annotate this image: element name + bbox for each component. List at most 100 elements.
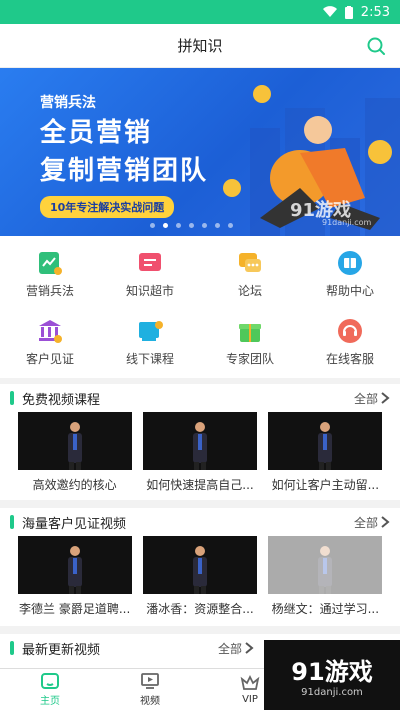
- section-title: 最新更新视频: [22, 642, 101, 658]
- banner-subheadline: 复制营销团队: [40, 156, 209, 186]
- see-all-label: 全部: [217, 641, 242, 656]
- section-title: 免费视频课程: [22, 392, 101, 408]
- watermark-brand: 91游戏: [291, 658, 373, 686]
- video-card[interactable]: 杨继文：通过学习...: [268, 536, 383, 617]
- banner-slogan: 10年专注解决实战问题: [40, 196, 175, 218]
- carousel-dot[interactable]: [150, 223, 155, 228]
- gift-icon: [239, 323, 261, 342]
- section-accent-bar: [10, 391, 14, 405]
- section-header: 免费视频课程 全部: [0, 384, 400, 412]
- grid-item-marketing[interactable]: 营销兵法: [0, 240, 100, 308]
- home-icon: [41, 673, 59, 689]
- video-card-row: 高效邀约的核心 如何快速提高自己... 如何让客户主动留...: [0, 412, 400, 493]
- grid-item-help-center[interactable]: 帮助中心: [300, 240, 400, 308]
- nav-label: 主页: [40, 696, 60, 707]
- section-header: 海量客户见证视频 全部: [0, 508, 400, 536]
- banner-headline: 全员营销: [40, 118, 153, 148]
- see-all-label: 全部: [353, 391, 378, 406]
- grid-label: 客户见证: [25, 351, 74, 366]
- video-card[interactable]: 潘冰香：资源整合...: [142, 536, 257, 617]
- grid-item-knowledge-store[interactable]: 知识超市: [100, 240, 200, 308]
- carousel-dot[interactable]: [228, 223, 233, 228]
- see-all-link[interactable]: 全部: [218, 640, 254, 657]
- section-accent-bar: [10, 515, 14, 529]
- search-icon[interactable]: [364, 34, 388, 58]
- vip-icon: [240, 674, 260, 690]
- forum-icon: [239, 252, 261, 272]
- video-icon: [141, 673, 159, 689]
- grid-item-expert-team[interactable]: 专家团队: [200, 308, 300, 376]
- service-icon: [338, 318, 362, 343]
- video-title: 杨继文：通过学习...: [271, 602, 380, 616]
- video-thumbnail[interactable]: [17, 412, 132, 470]
- presenter-image: [318, 546, 333, 594]
- watermark-site: 91danji.com: [301, 687, 363, 698]
- video-card[interactable]: 李德兰 豪爵足道聘...: [17, 536, 132, 617]
- grid-label: 在线客服: [325, 351, 374, 366]
- video-title: 如何快速提高自己...: [146, 478, 254, 492]
- promo-banner[interactable]: 营销兵法 全员营销 复制营销团队 10年专注解决实战问题 91游戏 91danj…: [0, 68, 400, 236]
- carousel-dot[interactable]: [215, 223, 220, 228]
- section-accent-bar: [10, 641, 14, 655]
- battery-icon: [344, 5, 353, 19]
- grid-label: 营销兵法: [25, 283, 74, 298]
- nav-tab-video[interactable]: 视频: [100, 669, 200, 710]
- video-title: 高效邀约的核心: [32, 478, 117, 492]
- grid-item-offline-courses[interactable]: 线下课程: [100, 308, 200, 376]
- video-thumbnail[interactable]: [17, 536, 132, 594]
- banner-watermark-site: 91danji.com: [322, 218, 372, 227]
- nav-label: 视频: [140, 696, 160, 707]
- chevron-right-icon: [381, 516, 390, 528]
- presenter-image: [192, 546, 207, 594]
- carousel-dot[interactable]: [189, 223, 194, 228]
- video-thumbnail[interactable]: [268, 412, 383, 470]
- video-card[interactable]: 高效邀约的核心: [17, 412, 132, 493]
- presenter-image: [318, 422, 333, 470]
- chevron-right-icon: [245, 642, 254, 654]
- page-title: 拼知识: [177, 37, 223, 55]
- video-title: 潘冰香：资源整合...: [146, 602, 254, 616]
- presenter-image: [67, 422, 82, 470]
- section-title: 海量客户见证视频: [22, 516, 127, 532]
- see-all-label: 全部: [353, 515, 378, 530]
- grid-label: 线下课程: [125, 351, 174, 366]
- video-title: 如何让客户主动留...: [271, 478, 380, 492]
- see-all-link[interactable]: 全部: [354, 514, 390, 531]
- status-bar: 2:53: [0, 0, 400, 24]
- section-testimonial-videos: 海量客户见证视频 全部 李德兰 豪爵足道聘... 潘冰香：资源整合... 杨继文…: [0, 508, 400, 626]
- grid-item-forum[interactable]: 论坛: [200, 240, 300, 308]
- bank-icon: [39, 319, 62, 343]
- section-free-courses: 免费视频课程 全部 高效邀约的核心 如何快速提高自己... 如何让客户主动留..…: [0, 384, 400, 500]
- video-thumbnail[interactable]: [268, 536, 383, 594]
- chart-book-icon: [39, 251, 62, 275]
- presenter-image: [67, 546, 82, 594]
- grid-label: 帮助中心: [325, 283, 374, 298]
- video-card-row: 李德兰 豪爵足道聘... 潘冰香：资源整合... 杨继文：通过学习...: [0, 536, 400, 617]
- see-all-link[interactable]: 全部: [354, 390, 390, 407]
- video-title: 李德兰 豪爵足道聘...: [19, 602, 131, 616]
- video-card[interactable]: 如何快速提高自己...: [142, 412, 257, 493]
- help-book-icon: [338, 250, 362, 275]
- nav-tab-home[interactable]: 主页: [0, 669, 100, 710]
- wifi-icon: [322, 6, 337, 18]
- site-watermark: 91游戏 91danji.com: [264, 640, 400, 710]
- grid-label: 知识超市: [125, 283, 174, 298]
- video-card[interactable]: 如何让客户主动留...: [268, 412, 383, 493]
- feature-grid: 营销兵法 知识超市 论坛 帮助中心 客户见证 线下课程 专家团队 在线客服: [0, 236, 400, 378]
- carousel-dot[interactable]: [202, 223, 207, 228]
- grid-label: 论坛: [237, 283, 262, 298]
- video-thumbnail[interactable]: [142, 412, 257, 470]
- chevron-right-icon: [381, 392, 390, 404]
- carousel-indicator[interactable]: [150, 223, 233, 228]
- knowledge-store-icon: [139, 252, 161, 271]
- presenter-image: [192, 422, 207, 470]
- carousel-dot[interactable]: [176, 223, 181, 228]
- video-thumbnail[interactable]: [142, 536, 257, 594]
- grid-item-online-service[interactable]: 在线客服: [300, 308, 400, 376]
- nav-label: VIP: [242, 694, 258, 705]
- grid-label: 专家团队: [225, 351, 274, 366]
- carousel-dot-active[interactable]: [163, 223, 168, 228]
- status-time: 2:53: [360, 4, 390, 20]
- banner-tag: 营销兵法: [40, 95, 96, 111]
- grid-item-testimonials[interactable]: 客户见证: [0, 308, 100, 376]
